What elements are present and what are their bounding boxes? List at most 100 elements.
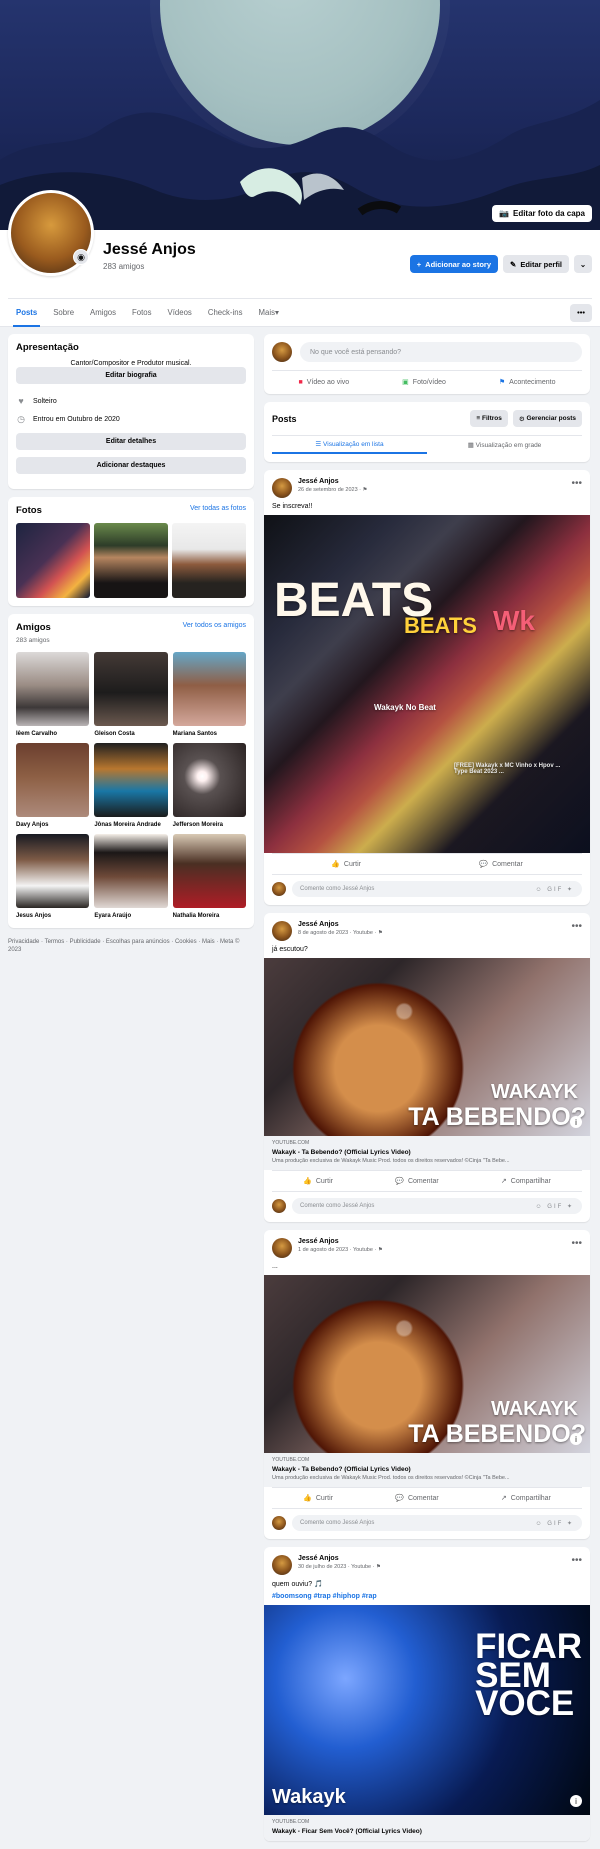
post-image[interactable]: BEATS BEATS Wk Wakayk No Beat [FREE] Wak… bbox=[264, 515, 590, 853]
friend-item[interactable]: Jefferson Moreira bbox=[172, 743, 246, 829]
post-hashtags[interactable]: #boomsong #trap #hiphop #rap bbox=[264, 1593, 590, 1605]
info-icon[interactable]: i bbox=[570, 1795, 582, 1807]
friend-item[interactable]: Gleison Costa bbox=[94, 652, 168, 738]
add-story-button[interactable]: + Adicionar ao story bbox=[409, 255, 499, 273]
friend-photo[interactable] bbox=[94, 652, 168, 726]
friend-item[interactable]: Iêem Carvalho bbox=[16, 652, 90, 738]
friend-item[interactable]: Nathalia Moreira bbox=[172, 834, 246, 920]
more-options-icon[interactable]: ••• bbox=[571, 1238, 582, 1249]
friend-photo[interactable] bbox=[94, 834, 168, 908]
post-date[interactable]: 8 de agosto de 2023 · Youtube · ⚑ bbox=[298, 930, 383, 936]
friend-name[interactable]: Gleison Costa bbox=[94, 730, 167, 738]
friend-name[interactable]: Jônas Moreira Andrade bbox=[94, 821, 167, 829]
live-video-button[interactable]: ■ Vídeo ao vivo bbox=[299, 378, 350, 386]
comment-input[interactable]: Comente como Jessé Anjos ☺ GIF ✦ bbox=[292, 881, 582, 897]
friend-photo[interactable] bbox=[172, 834, 246, 908]
comment-avatar[interactable] bbox=[272, 1199, 286, 1213]
post-date[interactable]: 30 de julho de 2023 · Youtube · ⚑ bbox=[298, 1564, 381, 1570]
info-icon[interactable]: i bbox=[570, 1433, 582, 1445]
post-avatar[interactable] bbox=[272, 1555, 292, 1575]
like-button[interactable]: 👍 Curtir bbox=[331, 854, 361, 874]
post-image[interactable]: WAKAYK TA BEBENDO? i bbox=[264, 958, 590, 1136]
see-all-friends-link[interactable]: Ver todos os amigos bbox=[183, 622, 246, 629]
comment-button[interactable]: 💬 Comentar bbox=[395, 1488, 438, 1508]
post-avatar[interactable] bbox=[272, 478, 292, 498]
comment-button[interactable]: 💬 Comentar bbox=[479, 854, 522, 874]
add-highlights-button[interactable]: Adicionar destaques bbox=[16, 457, 246, 474]
filters-button[interactable]: ≡ Filtros bbox=[470, 410, 508, 427]
post-image[interactable]: WAKAYK TA BEBENDO? i bbox=[264, 1275, 590, 1453]
friend-photo[interactable] bbox=[16, 834, 90, 908]
friend-name[interactable]: Nathalia Moreira bbox=[173, 912, 246, 920]
friend-name[interactable]: Davy Anjos bbox=[16, 821, 89, 829]
more-options-icon[interactable]: ••• bbox=[571, 478, 582, 489]
photo-thumbnail[interactable] bbox=[94, 523, 168, 598]
photo-thumbnail[interactable] bbox=[16, 523, 90, 598]
post-avatar[interactable] bbox=[272, 1238, 292, 1258]
like-button[interactable]: 👍 Curtir bbox=[303, 1171, 333, 1191]
edit-details-button[interactable]: Editar detalhes bbox=[16, 433, 246, 450]
post-date[interactable]: 26 de setembro de 2023 · ⚑ bbox=[298, 487, 367, 493]
tab-friends[interactable]: Amigos bbox=[82, 299, 124, 327]
see-all-photos-link[interactable]: Ver todas as fotos bbox=[190, 505, 246, 512]
edit-cover-button[interactable]: 📷 Editar foto da capa bbox=[492, 205, 592, 222]
more-options-button[interactable]: ••• bbox=[570, 303, 592, 322]
friend-name[interactable]: Iêem Carvalho bbox=[16, 730, 89, 738]
camera-icon[interactable]: ◉ bbox=[73, 249, 89, 265]
share-button[interactable]: ↗ Compartilhar bbox=[501, 1171, 551, 1191]
life-event-button[interactable]: ⚑ Acontecimento bbox=[499, 378, 556, 387]
friend-name[interactable]: Mariana Santos bbox=[173, 730, 246, 738]
tab-posts[interactable]: Posts bbox=[8, 299, 45, 327]
more-options-icon[interactable]: ••• bbox=[571, 1555, 582, 1566]
edit-profile-button[interactable]: ✎ Editar perfil bbox=[503, 255, 569, 273]
friend-photo[interactable] bbox=[16, 652, 90, 726]
like-button[interactable]: 👍 Curtir bbox=[303, 1488, 333, 1508]
comment-tools-icon[interactable]: ☺ GIF ✦ bbox=[536, 1520, 575, 1527]
friend-name[interactable]: Jesus Anjos bbox=[16, 912, 89, 920]
tab-videos[interactable]: Vídeos bbox=[160, 299, 200, 327]
tab-about[interactable]: Sobre bbox=[45, 299, 82, 327]
share-button[interactable]: ↗ Compartilhar bbox=[501, 1488, 551, 1508]
friend-item[interactable]: Mariana Santos bbox=[172, 652, 246, 738]
comment-avatar[interactable] bbox=[272, 882, 286, 896]
tab-more[interactable]: Mais ▾ bbox=[251, 299, 287, 327]
list-view-tab[interactable]: ☰ Visualização em lista bbox=[272, 436, 427, 454]
friend-item[interactable]: Davy Anjos bbox=[16, 743, 90, 829]
manage-posts-button[interactable]: ⚙ Gerenciar posts bbox=[512, 410, 582, 427]
friend-item[interactable]: Jesus Anjos bbox=[16, 834, 90, 920]
post-author[interactable]: Jessé Anjos bbox=[298, 478, 367, 485]
friend-item[interactable]: Eyara Araújo bbox=[94, 834, 168, 920]
friend-name[interactable]: Eyara Araújo bbox=[94, 912, 167, 920]
comment-tools-icon[interactable]: ☺ GIF ✦ bbox=[536, 886, 575, 893]
comment-input[interactable]: Comente como Jessé Anjos ☺ GIF ✦ bbox=[292, 1198, 582, 1214]
status-input[interactable]: No que você está pensando? bbox=[300, 342, 582, 362]
photo-thumbnail[interactable] bbox=[172, 523, 246, 598]
post-author[interactable]: Jessé Anjos bbox=[298, 1238, 383, 1245]
info-icon[interactable]: i bbox=[570, 1116, 582, 1128]
comment-avatar[interactable] bbox=[272, 1516, 286, 1530]
comment-button[interactable]: 💬 Comentar bbox=[395, 1171, 438, 1191]
link-preview[interactable]: YOUTUBE.COM Wakayk - Ficar Sem Você? (Of… bbox=[264, 1815, 590, 1841]
post-author[interactable]: Jessé Anjos bbox=[298, 1555, 381, 1562]
comment-input[interactable]: Comente como Jessé Anjos ☺ GIF ✦ bbox=[292, 1515, 582, 1531]
friend-photo[interactable] bbox=[172, 743, 246, 817]
friend-item[interactable]: Jônas Moreira Andrade bbox=[94, 743, 168, 829]
tab-photos[interactable]: Fotos bbox=[124, 299, 160, 327]
composer-avatar[interactable] bbox=[272, 342, 292, 362]
friend-name[interactable]: Jefferson Moreira bbox=[173, 821, 246, 829]
grid-view-tab[interactable]: ▦ Visualização em grade bbox=[427, 436, 582, 454]
link-preview[interactable]: YOUTUBE.COM Wakayk - Ta Bebendo? (Offici… bbox=[264, 1136, 590, 1170]
chevron-down-button[interactable]: ⌄ bbox=[574, 255, 592, 273]
friend-photo[interactable] bbox=[94, 743, 168, 817]
post-author[interactable]: Jessé Anjos bbox=[298, 921, 383, 928]
more-options-icon[interactable]: ••• bbox=[571, 921, 582, 932]
post-date[interactable]: 1 de agosto de 2023 · Youtube · ⚑ bbox=[298, 1247, 383, 1253]
edit-bio-button[interactable]: Editar biografia bbox=[16, 367, 246, 384]
friend-photo[interactable] bbox=[172, 652, 246, 726]
post-avatar[interactable] bbox=[272, 921, 292, 941]
photo-video-button[interactable]: ▣ Foto/vídeo bbox=[402, 378, 446, 387]
post-image[interactable]: FICAR SEM VOCE Wakayk i bbox=[264, 1605, 590, 1815]
profile-avatar[interactable]: ◉ bbox=[8, 190, 94, 276]
comment-tools-icon[interactable]: ☺ GIF ✦ bbox=[536, 1203, 575, 1210]
link-preview[interactable]: YOUTUBE.COM Wakayk - Ta Bebendo? (Offici… bbox=[264, 1453, 590, 1487]
